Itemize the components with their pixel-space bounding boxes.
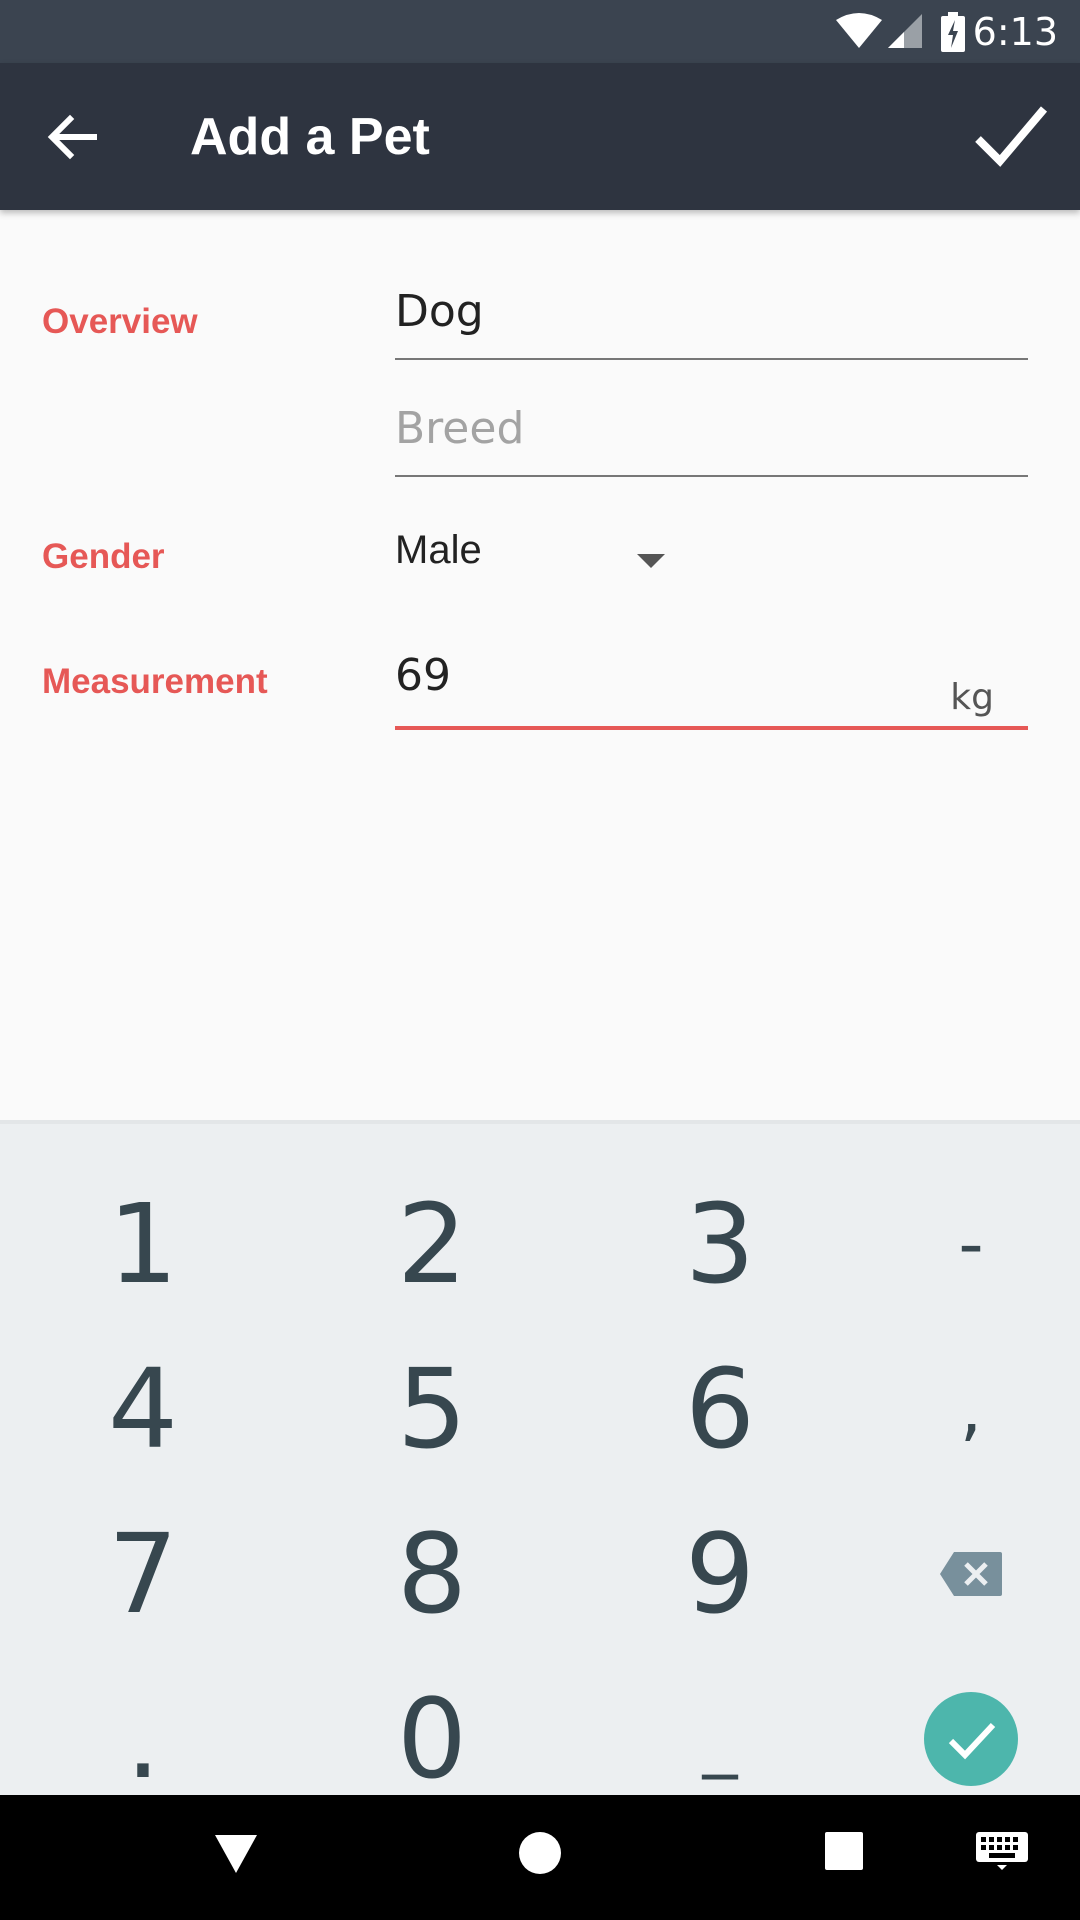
key-9[interactable]: 9 [585,1491,855,1656]
wifi-icon [836,13,882,48]
key-4[interactable]: 4 [8,1326,278,1491]
battery-charging-icon [941,12,965,52]
measurement-field[interactable]: 69 kg [395,650,1028,730]
key-6[interactable]: 6 [585,1326,855,1491]
breed-field[interactable]: Breed [395,403,1028,477]
pet-form: Overview Dog Breed Gender Male Measureme… [0,210,1080,1120]
navigation-bar [0,1795,1080,1920]
keyboard-switch-icon[interactable] [975,1831,1029,1871]
signal-icon [888,14,922,48]
key-7[interactable]: 7 [8,1491,278,1656]
key-8[interactable]: 8 [297,1491,567,1656]
gender-dropdown[interactable]: Male [395,528,685,598]
check-circle-icon [924,1691,1018,1786]
dropdown-arrow-icon [637,554,665,568]
overview-label: Overview [42,302,198,341]
nav-back-icon[interactable] [213,1831,259,1877]
status-time: 6:13 [972,10,1058,54]
app-bar: Add a Pet [0,63,1080,210]
save-check-icon[interactable] [968,93,1052,177]
status-bar: 6:13 [0,0,1080,63]
key-2[interactable]: 2 [297,1161,567,1326]
pet-type-value: Dog [395,286,484,337]
page-title: Add a Pet [190,108,430,166]
numeric-keyboard: 1 2 3 - 4 5 6 , 7 8 9 . 0 _ [0,1120,1080,1803]
back-arrow-icon[interactable] [38,101,110,173]
nav-home-icon[interactable] [518,1831,562,1875]
measurement-value: 69 [395,650,451,701]
gender-value: Male [395,528,482,572]
measurement-unit: kg [950,677,994,718]
pet-type-field[interactable]: Dog [395,286,1028,360]
key-3[interactable]: 3 [585,1161,855,1326]
key-minus[interactable]: - [836,1161,1080,1326]
gender-label: Gender [42,537,165,576]
key-1[interactable]: 1 [8,1161,278,1326]
backspace-icon [940,1551,1002,1596]
key-comma[interactable]: , [836,1326,1080,1491]
breed-placeholder: Breed [395,403,525,454]
key-5[interactable]: 5 [297,1326,567,1491]
measurement-label: Measurement [42,662,268,701]
nav-recents-icon[interactable] [824,1831,864,1871]
backspace-key[interactable] [836,1491,1080,1656]
